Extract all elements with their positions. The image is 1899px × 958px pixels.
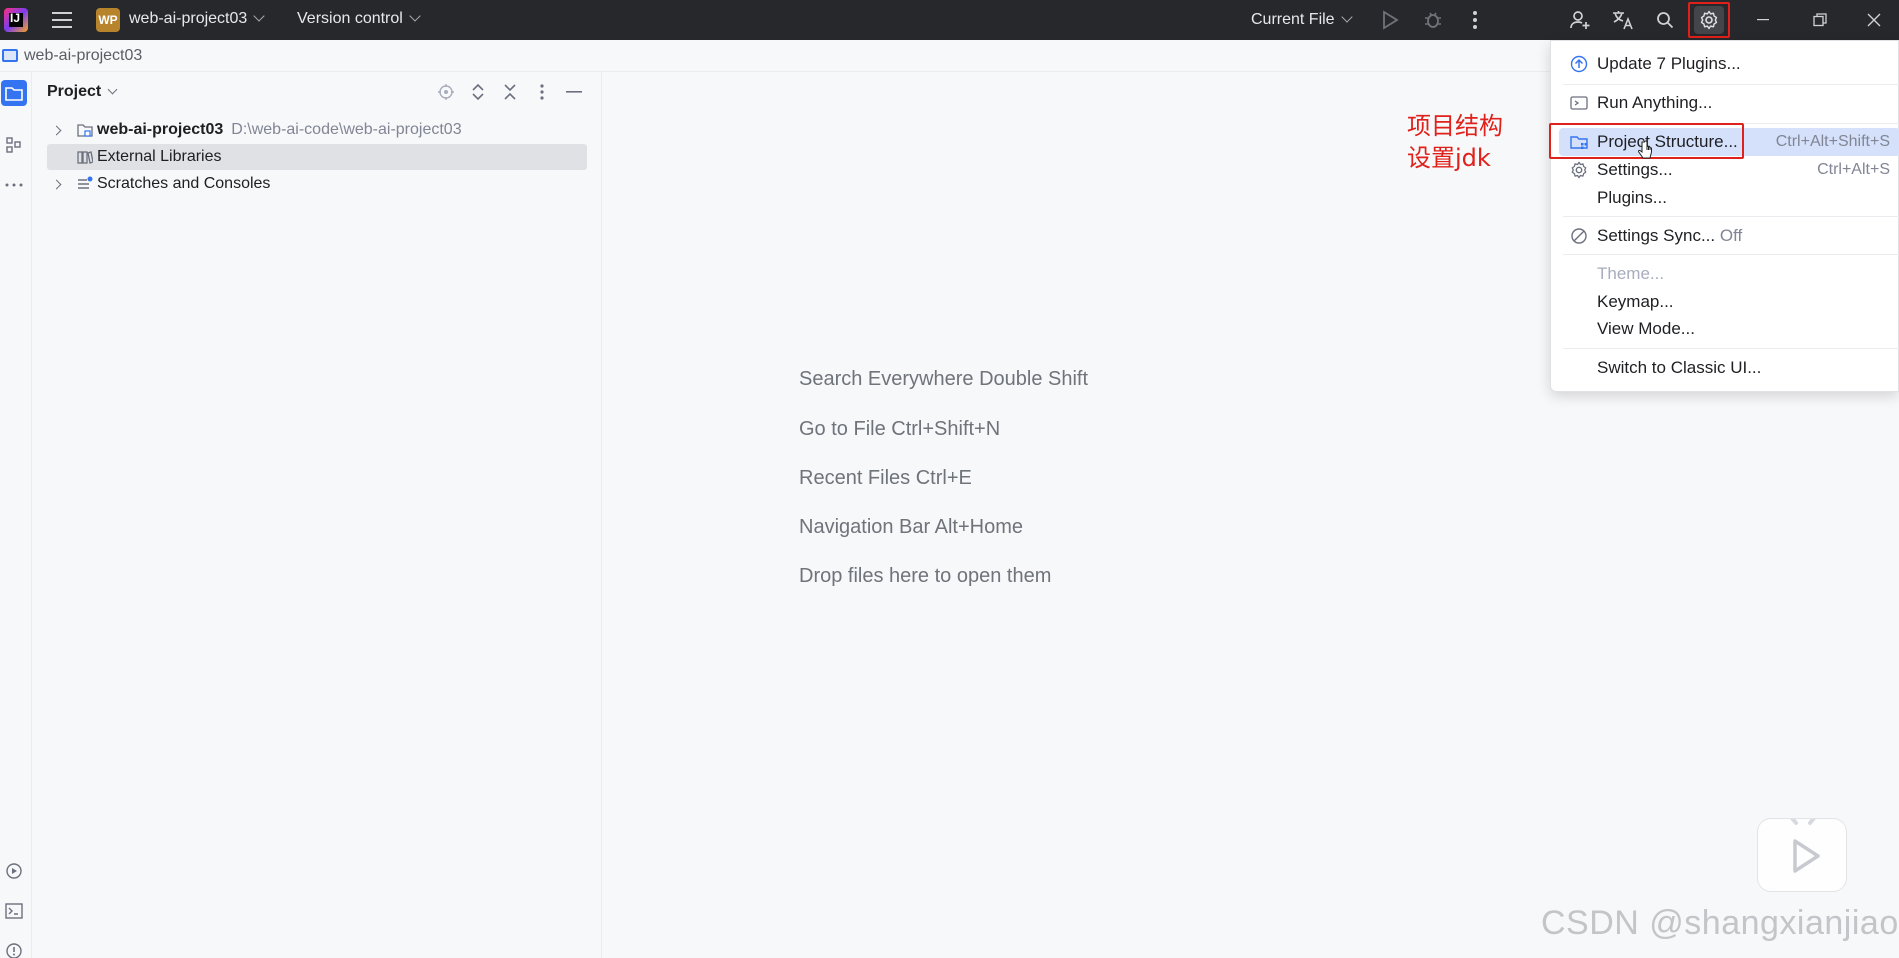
restore-button[interactable] — [1792, 0, 1848, 40]
translate-icon[interactable] — [1606, 4, 1640, 36]
chevron-down-icon — [1340, 11, 1353, 23]
menu-item-keymap[interactable]: Keymap... — [1559, 288, 1899, 315]
menu-item-label: Update 7 Plugins... — [1597, 53, 1741, 73]
menu-item-label: Run Anything... — [1597, 92, 1713, 112]
close-button[interactable] — [1849, 0, 1899, 40]
tree-node-project[interactable]: web-ai-project03 D:\web-ai-code\web-ai-pr… — [47, 117, 587, 143]
menu-divider — [1563, 84, 1899, 85]
tree-node-label: web-ai-project03 D:\web-ai-code\web-ai-pr… — [97, 121, 462, 139]
menu-item-update-plugins[interactable]: Update 7 Plugins... — [1559, 50, 1899, 77]
ide-settings-button[interactable] — [1688, 2, 1730, 38]
project-module-icon — [77, 124, 93, 137]
settings-sync-status: Off — [1719, 225, 1743, 245]
menu-item-plugins[interactable]: Plugins... — [1559, 184, 1899, 211]
search-icon[interactable] — [1648, 4, 1682, 36]
project-tool-window-icon[interactable] — [1, 80, 27, 106]
app-logo-text: IJ — [10, 11, 21, 25]
gear-icon — [1694, 6, 1724, 34]
hint-drop-files: Drop files here to open them — [799, 565, 1052, 587]
panel-title: Project — [47, 83, 102, 100]
services-icon[interactable] — [1, 858, 27, 884]
debug-icon[interactable] — [1416, 4, 1450, 36]
gear-icon — [1570, 161, 1588, 179]
run-icon[interactable] — [1373, 4, 1407, 36]
menu-item-label: View Mode... — [1597, 318, 1695, 338]
menu-item-label: Theme... — [1597, 263, 1665, 283]
version-control-label: Version control — [297, 10, 403, 27]
menu-item-label: Switch to Classic UI... — [1597, 357, 1762, 377]
main-menu-icon[interactable] — [50, 9, 74, 31]
module-icon — [2, 49, 18, 62]
project-root-name: web-ai-project03 — [97, 121, 224, 138]
run-configuration-label: Current File — [1251, 11, 1335, 28]
chevron-down-icon — [107, 84, 118, 95]
hint-search-everywhere: Search Everywhere Double Shift — [799, 368, 1089, 390]
settings-popup-menu: Update 7 Plugins... Run Anything... Proj… — [1550, 40, 1899, 392]
chevron-down-icon — [253, 10, 265, 22]
menu-item-run-anything[interactable]: Run Anything... — [1559, 89, 1899, 116]
project-root-path: D:\web-ai-code\web-ai-project03 — [231, 121, 462, 138]
annotation-line-1: 项目结构 — [1407, 112, 1503, 140]
hide-panel-icon[interactable] — [562, 80, 586, 104]
project-badge[interactable]: WP — [96, 8, 120, 32]
expand-all-icon[interactable] — [466, 80, 490, 104]
hint-recent-files: Recent Files Ctrl+E — [799, 467, 972, 489]
run-anything-icon — [1570, 94, 1588, 112]
sync-off-icon — [1570, 227, 1588, 245]
more-tool-windows-icon[interactable] — [1, 172, 27, 198]
tree-node-label: Scratches and Consoles — [97, 175, 271, 192]
problems-icon[interactable] — [1, 938, 27, 958]
structure-icon[interactable] — [1, 132, 27, 158]
title-bar: IJ WP web-ai-project03 Version control C… — [0, 0, 1899, 40]
menu-item-label: Plugins... — [1597, 187, 1667, 207]
project-view-selector[interactable]: Project — [47, 83, 118, 101]
csdn-watermark: CSDN @shangxianjiao — [1541, 904, 1899, 942]
project-switcher[interactable]: web-ai-project03 — [129, 10, 265, 28]
tree-node-scratches[interactable]: Scratches and Consoles — [47, 171, 587, 197]
menu-item-settings-sync[interactable]: Settings Sync... Off — [1559, 222, 1899, 249]
add-user-icon[interactable] — [1563, 4, 1597, 36]
menu-divider — [1563, 216, 1899, 217]
library-icon — [77, 151, 93, 164]
menu-item-label: Keymap... — [1597, 291, 1674, 311]
menu-divider — [1563, 254, 1899, 255]
tree-node-external-libraries[interactable]: External Libraries — [47, 144, 587, 170]
project-switcher-label: web-ai-project03 — [129, 10, 248, 27]
intellij-logo[interactable]: IJ — [4, 8, 28, 32]
tool-window-strip — [0, 72, 32, 958]
breadcrumb-project[interactable]: web-ai-project03 — [24, 47, 142, 65]
menu-item-label: Settings Sync... Off — [1597, 226, 1742, 246]
red-annotation: 项目结构 设置jdk — [1407, 110, 1503, 174]
locate-file-icon[interactable] — [434, 80, 458, 104]
collapse-all-icon[interactable] — [498, 80, 522, 104]
terminal-icon[interactable] — [1, 898, 27, 924]
run-configuration-selector[interactable]: Current File — [1251, 11, 1353, 29]
expand-arrow-icon[interactable] — [51, 179, 62, 189]
hint-go-to-file: Go to File Ctrl+Shift+N — [799, 418, 1001, 440]
hint-navigation-bar: Navigation Bar Alt+Home — [799, 516, 1024, 538]
video-player-icon[interactable] — [1757, 811, 1847, 892]
menu-divider — [1563, 348, 1899, 349]
menu-item-theme: Theme... — [1559, 260, 1899, 287]
more-actions-icon[interactable] — [1458, 4, 1492, 36]
settings-sync-label: Settings Sync... — [1597, 225, 1716, 245]
menu-item-switch-classic-ui[interactable]: Switch to Classic UI... — [1559, 354, 1899, 381]
mouse-cursor-icon — [1638, 140, 1652, 159]
project-tool-window: Project web-ai-project03 D:\web-ai-code\w… — [32, 72, 602, 958]
scratches-icon — [78, 176, 93, 189]
menu-item-label: Settings... — [1597, 159, 1673, 179]
menu-item-settings[interactable]: Settings... Ctrl+Alt+S — [1559, 156, 1899, 183]
expand-arrow-icon[interactable] — [51, 125, 62, 135]
update-icon — [1570, 55, 1588, 73]
menu-item-view-mode[interactable]: View Mode... — [1559, 315, 1899, 342]
menu-item-shortcut: Ctrl+Alt+Shift+S — [1775, 133, 1890, 150]
menu-item-shortcut: Ctrl+Alt+S — [1817, 160, 1890, 178]
minimize-button[interactable] — [1735, 0, 1791, 40]
options-icon[interactable] — [530, 80, 554, 104]
annotation-line-2: 设置jdk — [1407, 144, 1491, 172]
tree-node-label: External Libraries — [97, 148, 222, 165]
chevron-down-icon — [409, 10, 421, 22]
version-control-menu[interactable]: Version control — [297, 10, 421, 28]
